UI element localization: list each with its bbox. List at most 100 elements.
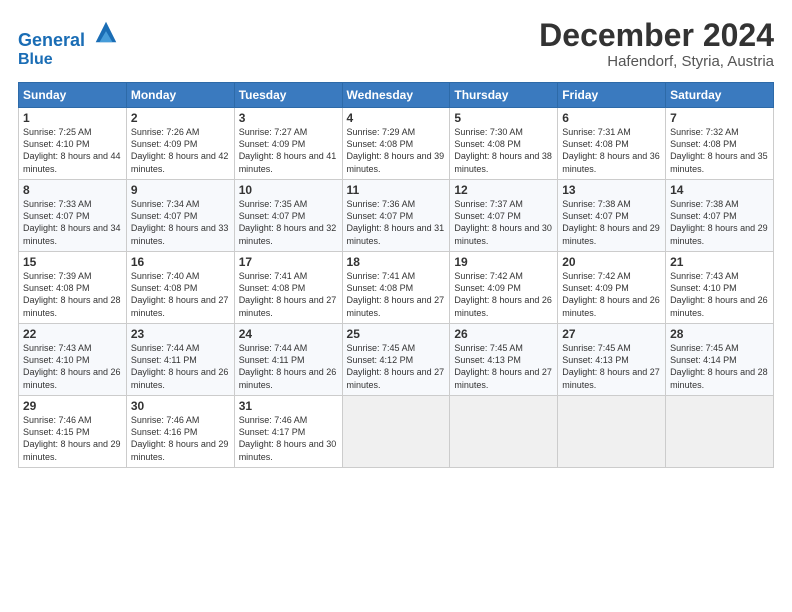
calendar-cell: 5 Sunrise: 7:30 AM Sunset: 4:08 PM Dayli…	[450, 108, 558, 180]
day-info: Sunrise: 7:36 AM Sunset: 4:07 PM Dayligh…	[347, 198, 446, 247]
day-number: 20	[562, 255, 661, 269]
day-info: Sunrise: 7:43 AM Sunset: 4:10 PM Dayligh…	[23, 342, 122, 391]
calendar-cell: 4 Sunrise: 7:29 AM Sunset: 4:08 PM Dayli…	[342, 108, 450, 180]
location: Hafendorf, Styria, Austria	[539, 53, 774, 70]
calendar-cell: 23 Sunrise: 7:44 AM Sunset: 4:11 PM Dayl…	[126, 324, 234, 396]
calendar-cell: 20 Sunrise: 7:42 AM Sunset: 4:09 PM Dayl…	[558, 252, 666, 324]
col-monday: Monday	[126, 83, 234, 108]
day-number: 25	[347, 327, 446, 341]
day-info: Sunrise: 7:45 AM Sunset: 4:12 PM Dayligh…	[347, 342, 446, 391]
day-number: 15	[23, 255, 122, 269]
day-info: Sunrise: 7:44 AM Sunset: 4:11 PM Dayligh…	[239, 342, 338, 391]
calendar-cell: 26 Sunrise: 7:45 AM Sunset: 4:13 PM Dayl…	[450, 324, 558, 396]
day-number: 30	[131, 399, 230, 413]
calendar-cell: 16 Sunrise: 7:40 AM Sunset: 4:08 PM Dayl…	[126, 252, 234, 324]
calendar-cell	[342, 396, 450, 468]
day-info: Sunrise: 7:46 AM Sunset: 4:16 PM Dayligh…	[131, 414, 230, 463]
page-header: General Blue December 2024 Hafendorf, St…	[18, 18, 774, 70]
day-info: Sunrise: 7:29 AM Sunset: 4:08 PM Dayligh…	[347, 126, 446, 175]
calendar-cell: 29 Sunrise: 7:46 AM Sunset: 4:15 PM Dayl…	[19, 396, 127, 468]
calendar-week-row: 22 Sunrise: 7:43 AM Sunset: 4:10 PM Dayl…	[19, 324, 774, 396]
day-number: 13	[562, 183, 661, 197]
calendar-cell: 2 Sunrise: 7:26 AM Sunset: 4:09 PM Dayli…	[126, 108, 234, 180]
calendar-cell: 24 Sunrise: 7:44 AM Sunset: 4:11 PM Dayl…	[234, 324, 342, 396]
day-number: 24	[239, 327, 338, 341]
calendar-cell	[450, 396, 558, 468]
day-info: Sunrise: 7:44 AM Sunset: 4:11 PM Dayligh…	[131, 342, 230, 391]
day-number: 5	[454, 111, 553, 125]
day-number: 31	[239, 399, 338, 413]
calendar-cell	[666, 396, 774, 468]
logo-text: General	[18, 18, 120, 51]
calendar-cell: 27 Sunrise: 7:45 AM Sunset: 4:13 PM Dayl…	[558, 324, 666, 396]
day-info: Sunrise: 7:27 AM Sunset: 4:09 PM Dayligh…	[239, 126, 338, 175]
calendar-cell	[558, 396, 666, 468]
calendar-cell: 31 Sunrise: 7:46 AM Sunset: 4:17 PM Dayl…	[234, 396, 342, 468]
day-number: 27	[562, 327, 661, 341]
month-title: December 2024	[539, 18, 774, 53]
day-number: 23	[131, 327, 230, 341]
calendar-cell: 25 Sunrise: 7:45 AM Sunset: 4:12 PM Dayl…	[342, 324, 450, 396]
day-number: 4	[347, 111, 446, 125]
logo-icon	[92, 18, 120, 46]
day-number: 26	[454, 327, 553, 341]
day-number: 8	[23, 183, 122, 197]
calendar-cell: 22 Sunrise: 7:43 AM Sunset: 4:10 PM Dayl…	[19, 324, 127, 396]
day-info: Sunrise: 7:31 AM Sunset: 4:08 PM Dayligh…	[562, 126, 661, 175]
day-number: 9	[131, 183, 230, 197]
day-info: Sunrise: 7:45 AM Sunset: 4:13 PM Dayligh…	[454, 342, 553, 391]
day-number: 17	[239, 255, 338, 269]
day-number: 1	[23, 111, 122, 125]
col-tuesday: Tuesday	[234, 83, 342, 108]
day-number: 11	[347, 183, 446, 197]
day-info: Sunrise: 7:26 AM Sunset: 4:09 PM Dayligh…	[131, 126, 230, 175]
day-number: 28	[670, 327, 769, 341]
calendar-cell: 18 Sunrise: 7:41 AM Sunset: 4:08 PM Dayl…	[342, 252, 450, 324]
day-number: 29	[23, 399, 122, 413]
col-friday: Friday	[558, 83, 666, 108]
day-number: 3	[239, 111, 338, 125]
day-number: 12	[454, 183, 553, 197]
calendar-cell: 28 Sunrise: 7:45 AM Sunset: 4:14 PM Dayl…	[666, 324, 774, 396]
calendar-cell: 10 Sunrise: 7:35 AM Sunset: 4:07 PM Dayl…	[234, 180, 342, 252]
calendar-cell: 8 Sunrise: 7:33 AM Sunset: 4:07 PM Dayli…	[19, 180, 127, 252]
calendar-cell: 13 Sunrise: 7:38 AM Sunset: 4:07 PM Dayl…	[558, 180, 666, 252]
day-info: Sunrise: 7:38 AM Sunset: 4:07 PM Dayligh…	[562, 198, 661, 247]
day-info: Sunrise: 7:33 AM Sunset: 4:07 PM Dayligh…	[23, 198, 122, 247]
col-sunday: Sunday	[19, 83, 127, 108]
logo-blue: Blue	[18, 51, 120, 69]
page-container: General Blue December 2024 Hafendorf, St…	[0, 0, 792, 478]
day-info: Sunrise: 7:25 AM Sunset: 4:10 PM Dayligh…	[23, 126, 122, 175]
day-info: Sunrise: 7:46 AM Sunset: 4:15 PM Dayligh…	[23, 414, 122, 463]
day-number: 7	[670, 111, 769, 125]
col-wednesday: Wednesday	[342, 83, 450, 108]
day-info: Sunrise: 7:43 AM Sunset: 4:10 PM Dayligh…	[670, 270, 769, 319]
calendar-cell: 12 Sunrise: 7:37 AM Sunset: 4:07 PM Dayl…	[450, 180, 558, 252]
day-number: 16	[131, 255, 230, 269]
title-block: December 2024 Hafendorf, Styria, Austria	[539, 18, 774, 70]
calendar-week-row: 8 Sunrise: 7:33 AM Sunset: 4:07 PM Dayli…	[19, 180, 774, 252]
day-number: 18	[347, 255, 446, 269]
calendar-cell: 15 Sunrise: 7:39 AM Sunset: 4:08 PM Dayl…	[19, 252, 127, 324]
calendar-table: Sunday Monday Tuesday Wednesday Thursday…	[18, 82, 774, 468]
day-info: Sunrise: 7:35 AM Sunset: 4:07 PM Dayligh…	[239, 198, 338, 247]
day-info: Sunrise: 7:34 AM Sunset: 4:07 PM Dayligh…	[131, 198, 230, 247]
day-info: Sunrise: 7:41 AM Sunset: 4:08 PM Dayligh…	[347, 270, 446, 319]
day-info: Sunrise: 7:39 AM Sunset: 4:08 PM Dayligh…	[23, 270, 122, 319]
calendar-cell: 11 Sunrise: 7:36 AM Sunset: 4:07 PM Dayl…	[342, 180, 450, 252]
day-info: Sunrise: 7:40 AM Sunset: 4:08 PM Dayligh…	[131, 270, 230, 319]
calendar-cell: 19 Sunrise: 7:42 AM Sunset: 4:09 PM Dayl…	[450, 252, 558, 324]
day-info: Sunrise: 7:30 AM Sunset: 4:08 PM Dayligh…	[454, 126, 553, 175]
calendar-cell: 17 Sunrise: 7:41 AM Sunset: 4:08 PM Dayl…	[234, 252, 342, 324]
day-info: Sunrise: 7:37 AM Sunset: 4:07 PM Dayligh…	[454, 198, 553, 247]
logo: General Blue	[18, 18, 120, 68]
day-info: Sunrise: 7:38 AM Sunset: 4:07 PM Dayligh…	[670, 198, 769, 247]
calendar-cell: 21 Sunrise: 7:43 AM Sunset: 4:10 PM Dayl…	[666, 252, 774, 324]
day-info: Sunrise: 7:46 AM Sunset: 4:17 PM Dayligh…	[239, 414, 338, 463]
day-info: Sunrise: 7:32 AM Sunset: 4:08 PM Dayligh…	[670, 126, 769, 175]
day-number: 22	[23, 327, 122, 341]
calendar-cell: 14 Sunrise: 7:38 AM Sunset: 4:07 PM Dayl…	[666, 180, 774, 252]
calendar-cell: 3 Sunrise: 7:27 AM Sunset: 4:09 PM Dayli…	[234, 108, 342, 180]
day-number: 21	[670, 255, 769, 269]
calendar-cell: 7 Sunrise: 7:32 AM Sunset: 4:08 PM Dayli…	[666, 108, 774, 180]
